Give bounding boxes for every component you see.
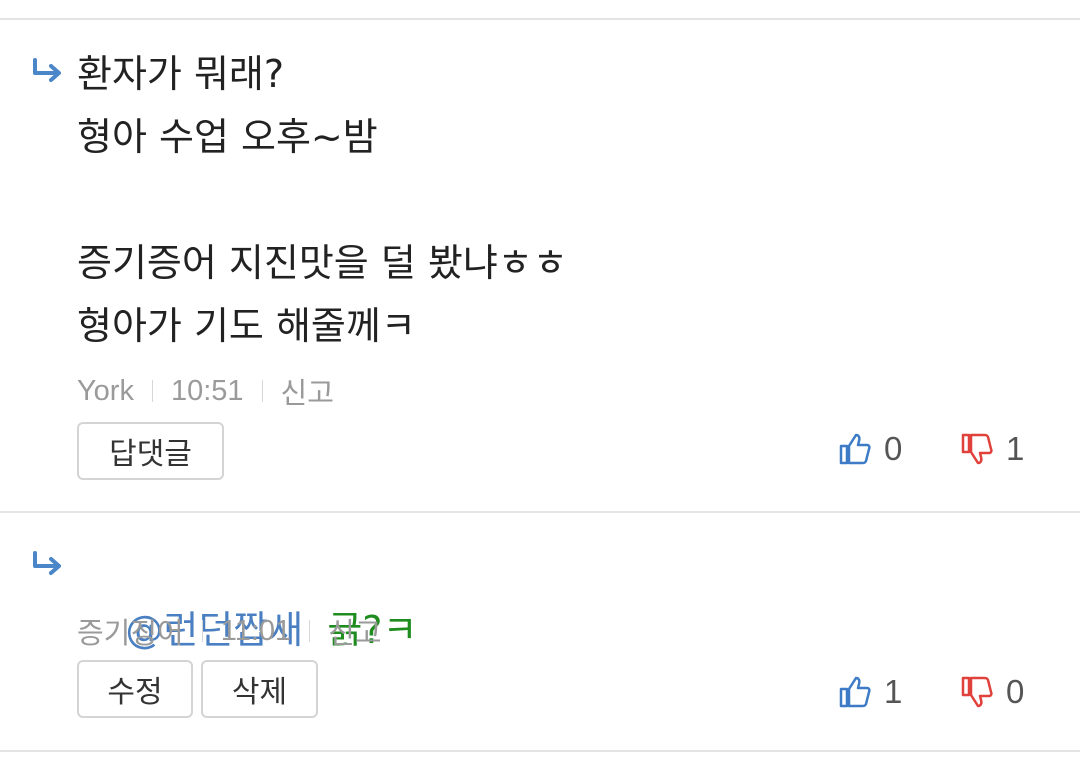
thumbs-up-icon	[839, 676, 871, 708]
meta-separator	[151, 380, 153, 402]
delete-button[interactable]: 삭제	[201, 660, 318, 718]
downvote-button[interactable]: 0	[960, 673, 1024, 711]
upvote-button[interactable]: 0	[838, 430, 902, 468]
reply-arrow-icon	[33, 58, 61, 82]
comment-author: 증기징어	[77, 618, 184, 650]
comment-meta: York 10:51 신고	[77, 370, 334, 412]
downvote-count: 0	[1006, 673, 1025, 710]
upvote-count: 1	[884, 673, 903, 710]
meta-separator	[201, 620, 203, 642]
report-link[interactable]: 신고	[281, 370, 334, 412]
reply-button[interactable]: 답댓글	[77, 422, 224, 480]
thumbs-down-icon	[961, 433, 993, 465]
comment-item: @런던짭새 긁?ㅋ 증기징어 11:01 신고 수정 삭제 1 0	[0, 513, 1080, 749]
downvote-button[interactable]: 1	[960, 430, 1024, 468]
bottom-divider	[0, 750, 1080, 752]
upvote-count: 0	[884, 430, 903, 467]
thumbs-down-icon	[961, 676, 993, 708]
comment-item: 환자가 뭐래? 형아 수업 오후~밤 증기증어 지진맛을 덜 봤냐ㅎㅎ 형아가 …	[0, 20, 1080, 510]
comment-text: 환자가 뭐래? 형아 수업 오후~밤 증기증어 지진맛을 덜 봤냐ㅎㅎ 형아가 …	[77, 52, 568, 348]
meta-separator	[309, 620, 311, 642]
comment-author: York	[77, 374, 134, 407]
reply-arrow-icon	[33, 551, 61, 575]
meta-separator	[261, 380, 263, 402]
upvote-button[interactable]: 1	[838, 673, 902, 711]
comment-meta: 증기징어 11:01 신고	[77, 610, 382, 652]
comment-time: 11:01	[220, 614, 292, 647]
downvote-count: 1	[1006, 430, 1025, 467]
comment-time: 10:51	[170, 374, 244, 407]
report-link[interactable]: 신고	[328, 610, 381, 652]
edit-button[interactable]: 수정	[77, 660, 193, 718]
thumbs-up-icon	[839, 433, 871, 465]
